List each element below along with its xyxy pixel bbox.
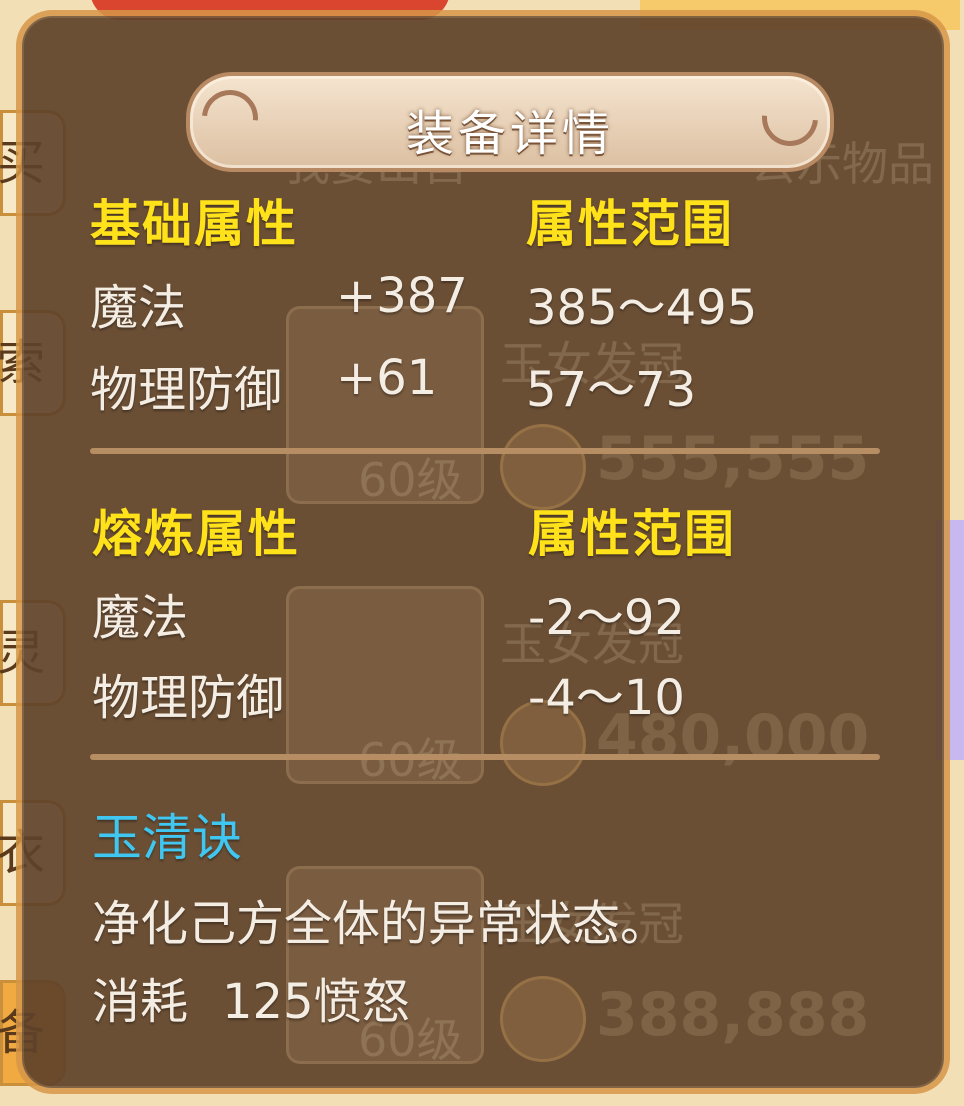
- refine-range-heading: 属性范围: [528, 505, 736, 563]
- popup-title: 装备详情: [405, 106, 614, 162]
- attr-range: -2～92: [528, 590, 685, 646]
- ghost-item-price: 388,888: [596, 980, 870, 1050]
- attr-label: 魔法: [92, 590, 189, 646]
- coin-icon: [500, 976, 586, 1062]
- attr-value: +61: [336, 350, 438, 406]
- attr-label: 魔法: [90, 280, 187, 336]
- attr-range: -4～10: [528, 670, 685, 726]
- ghost-item-price: 555,555: [596, 424, 870, 494]
- skill-description: 净化己方全体的异常状态。: [92, 896, 669, 952]
- attr-label: 物理防御: [90, 362, 283, 418]
- base-attributes-heading: 基础属性: [90, 195, 298, 253]
- skill-name: 玉清诀: [92, 809, 242, 867]
- refine-attributes-heading: 熔炼属性: [92, 505, 300, 563]
- divider: [90, 754, 880, 760]
- base-range-heading: 属性范围: [526, 195, 734, 253]
- title-plaque: 装备详情: [186, 72, 834, 172]
- attr-value: +387: [336, 268, 468, 324]
- skill-cost-value: 125愤怒: [222, 974, 410, 1030]
- attr-range: 385～495: [526, 280, 758, 336]
- equipment-detail-popup: 我要出售 公示物品 玉女发冠 60级 555,555 玉女发冠 60级 480,…: [22, 16, 944, 1088]
- skill-cost: 消耗 125愤怒: [92, 962, 444, 1032]
- attr-range: 57～73: [526, 362, 697, 418]
- attr-label: 物理防御: [92, 670, 285, 726]
- divider: [90, 448, 880, 454]
- skill-cost-label: 消耗: [92, 974, 189, 1030]
